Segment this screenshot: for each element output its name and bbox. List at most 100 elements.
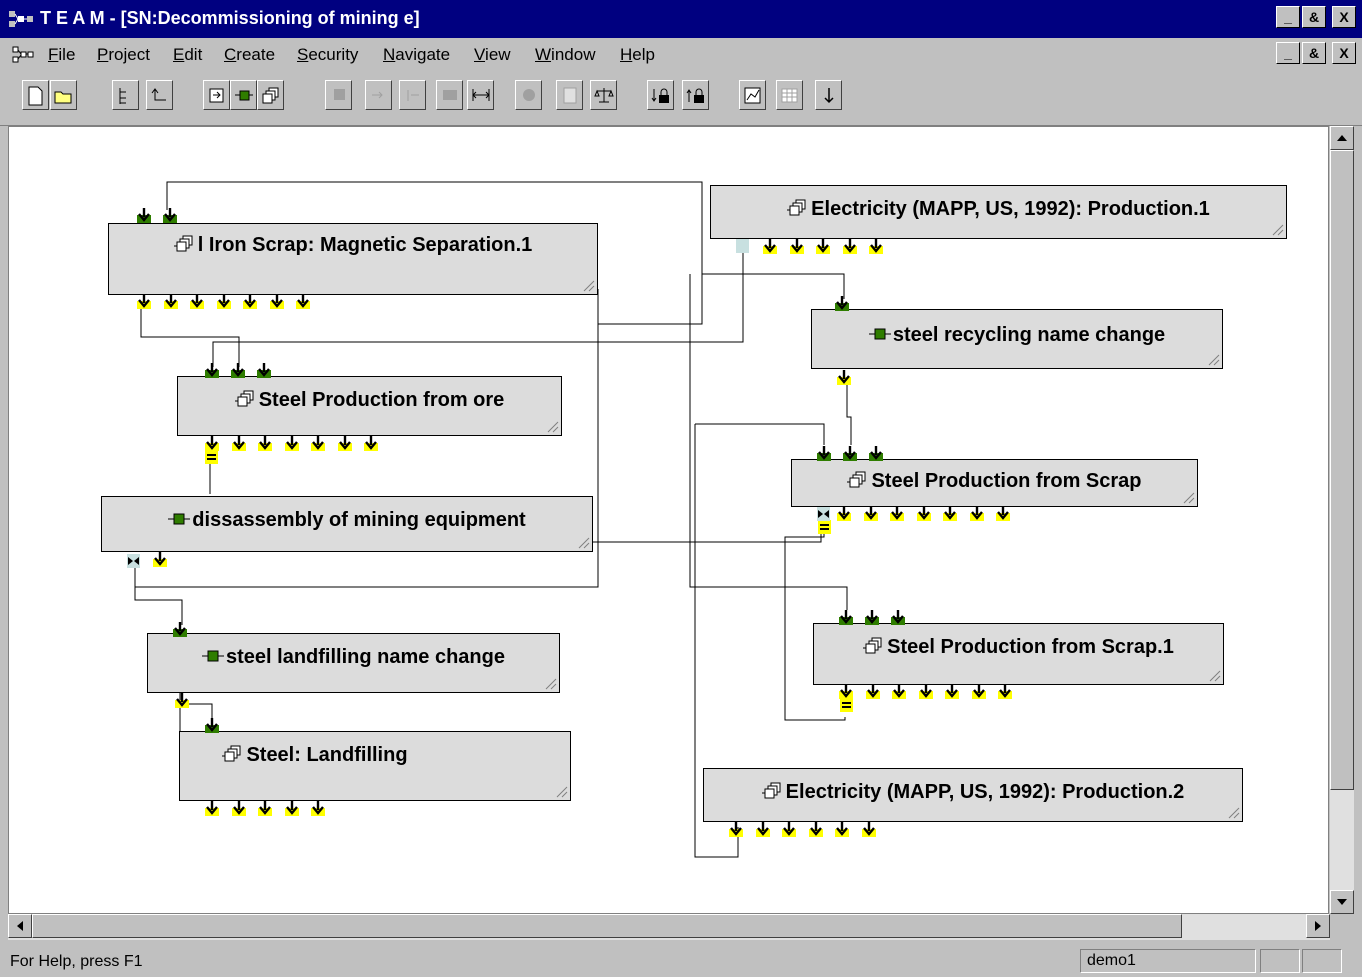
resize-grip-icon[interactable] xyxy=(1228,807,1240,819)
child-minimize-button[interactable]: _ xyxy=(1276,42,1300,64)
output-port-arrow-icon[interactable] xyxy=(258,435,272,451)
scroll-up-button[interactable] xyxy=(1330,126,1354,150)
node-steel-landfilling[interactable]: Steel: Landfilling xyxy=(179,731,571,801)
process-button[interactable] xyxy=(230,80,257,110)
lock-up-button[interactable] xyxy=(682,80,709,110)
minimize-button[interactable]: _ xyxy=(1276,6,1300,28)
output-port-arrow-icon[interactable] xyxy=(837,505,851,521)
output-port-arrow-icon[interactable] xyxy=(835,821,849,837)
output-port-arrow-icon[interactable] xyxy=(763,238,777,254)
parent-button[interactable] xyxy=(146,80,173,110)
output-flow-button[interactable] xyxy=(399,80,426,110)
horizontal-scroll-thumb[interactable] xyxy=(32,914,1182,938)
output-port-arrow-icon[interactable] xyxy=(842,238,857,254)
input-port-arrow-icon[interactable] xyxy=(163,207,177,223)
resize-grip-icon[interactable] xyxy=(545,678,557,690)
scroll-right-button[interactable] xyxy=(1306,914,1330,938)
node-iron-scrap-magnetic-separation[interactable]: l Iron Scrap: Magnetic Separation.1 xyxy=(108,223,598,295)
output-port-arrow-icon[interactable] xyxy=(969,505,984,521)
output-port-arrow-icon[interactable] xyxy=(153,551,167,567)
input-port-arrow-icon[interactable] xyxy=(865,609,879,625)
node-dissassembly-of-mining-equipment[interactable]: dissassembly of mining equipment xyxy=(101,496,593,552)
child-close-button[interactable]: X xyxy=(1332,42,1356,64)
output-port-arrow-icon[interactable] xyxy=(205,800,219,816)
resize-grip-icon[interactable] xyxy=(547,421,559,433)
balance-button[interactable] xyxy=(590,80,617,110)
input-port-arrow-icon[interactable] xyxy=(137,207,151,223)
output-port-arrow-icon[interactable] xyxy=(971,683,986,699)
menu-file[interactable]: File xyxy=(48,45,75,65)
output-port-arrow-icon[interactable] xyxy=(996,505,1010,521)
document-system-icon[interactable] xyxy=(12,46,34,64)
resize-grip-icon[interactable] xyxy=(578,537,590,549)
resize-grip-icon[interactable] xyxy=(1183,492,1195,504)
close-button[interactable]: X xyxy=(1332,6,1356,28)
sub-network-button[interactable] xyxy=(203,80,230,110)
output-port-arrow-icon[interactable] xyxy=(943,505,957,521)
lock-down-button[interactable] xyxy=(647,80,674,110)
menu-security[interactable]: Security xyxy=(297,45,358,65)
output-port-arrow-icon[interactable] xyxy=(789,238,804,254)
copy-module-button[interactable] xyxy=(325,80,352,110)
output-port-arrow-icon[interactable] xyxy=(137,293,151,309)
node-steel-production-from-scrap-1[interactable]: Steel Production from Scrap.1 xyxy=(813,623,1224,685)
output-port-arrow-icon[interactable] xyxy=(839,683,853,699)
connector-port-icon[interactable] xyxy=(736,239,749,253)
restore-button[interactable]: & xyxy=(1302,6,1326,28)
circle-button[interactable] xyxy=(515,80,542,110)
output-port-arrow-icon[interactable] xyxy=(808,821,823,837)
menu-help[interactable]: Help xyxy=(620,45,655,65)
block-button[interactable] xyxy=(436,80,463,110)
output-port-arrow-icon[interactable] xyxy=(269,293,284,309)
equals-port-icon[interactable] xyxy=(205,450,218,464)
output-port-arrow-icon[interactable] xyxy=(190,293,204,309)
module-button[interactable] xyxy=(257,80,284,110)
output-port-arrow-icon[interactable] xyxy=(865,683,880,699)
calculator-button[interactable] xyxy=(556,80,583,110)
menu-view[interactable]: View xyxy=(474,45,511,65)
output-port-arrow-icon[interactable] xyxy=(205,435,219,451)
team-app-icon[interactable] xyxy=(8,9,34,29)
equals-port-icon[interactable] xyxy=(840,698,853,712)
output-port-arrow-icon[interactable] xyxy=(231,435,246,451)
grid-button[interactable] xyxy=(776,80,803,110)
resize-grip-icon[interactable] xyxy=(1272,224,1284,236)
new-document-button[interactable] xyxy=(22,80,49,110)
input-port-arrow-icon[interactable] xyxy=(835,295,849,311)
input-port-arrow-icon[interactable] xyxy=(205,362,219,378)
scroll-down-button[interactable] xyxy=(1330,890,1354,914)
input-flow-button[interactable] xyxy=(365,80,392,110)
output-port-arrow-icon[interactable] xyxy=(163,293,178,309)
bidirectional-port-icon[interactable] xyxy=(817,507,830,521)
output-port-arrow-icon[interactable] xyxy=(869,238,883,254)
diagram-canvas[interactable]: l Iron Scrap: Magnetic Separation.1 Elec… xyxy=(8,126,1329,914)
node-electricity-production-1[interactable]: Electricity (MAPP, US, 1992): Production… xyxy=(710,185,1287,239)
output-port-arrow-icon[interactable] xyxy=(337,435,352,451)
open-folder-button[interactable] xyxy=(50,80,77,110)
tree-view-button[interactable] xyxy=(112,80,139,110)
node-steel-production-from-scrap[interactable]: Steel Production from Scrap xyxy=(791,459,1198,507)
output-port-arrow-icon[interactable] xyxy=(916,505,931,521)
input-port-arrow-icon[interactable] xyxy=(843,445,857,461)
bidirectional-port-icon[interactable] xyxy=(127,554,140,568)
vertical-scrollbar[interactable] xyxy=(1330,126,1354,914)
menu-edit[interactable]: Edit xyxy=(173,45,202,65)
output-port-arrow-icon[interactable] xyxy=(364,435,378,451)
input-port-arrow-icon[interactable] xyxy=(817,445,831,461)
input-port-arrow-icon[interactable] xyxy=(839,609,853,625)
output-port-arrow-icon[interactable] xyxy=(837,369,851,385)
input-port-arrow-icon[interactable] xyxy=(231,362,245,378)
node-steel-landfilling-name-change[interactable]: steel landfilling name change xyxy=(147,633,560,693)
connect-button[interactable] xyxy=(467,80,494,110)
node-steel-recycling-name-change[interactable]: steel recycling name change xyxy=(811,309,1223,369)
resize-grip-icon[interactable] xyxy=(1208,354,1220,366)
resize-grip-icon[interactable] xyxy=(583,280,595,292)
output-port-arrow-icon[interactable] xyxy=(945,683,959,699)
node-steel-production-from-ore[interactable]: Steel Production from ore xyxy=(177,376,562,436)
output-port-arrow-icon[interactable] xyxy=(863,505,878,521)
equals-port-icon[interactable] xyxy=(818,520,831,534)
scroll-left-button[interactable] xyxy=(8,914,32,938)
output-port-arrow-icon[interactable] xyxy=(284,800,299,816)
menu-project[interactable]: Project xyxy=(97,45,150,65)
output-port-arrow-icon[interactable] xyxy=(284,435,299,451)
